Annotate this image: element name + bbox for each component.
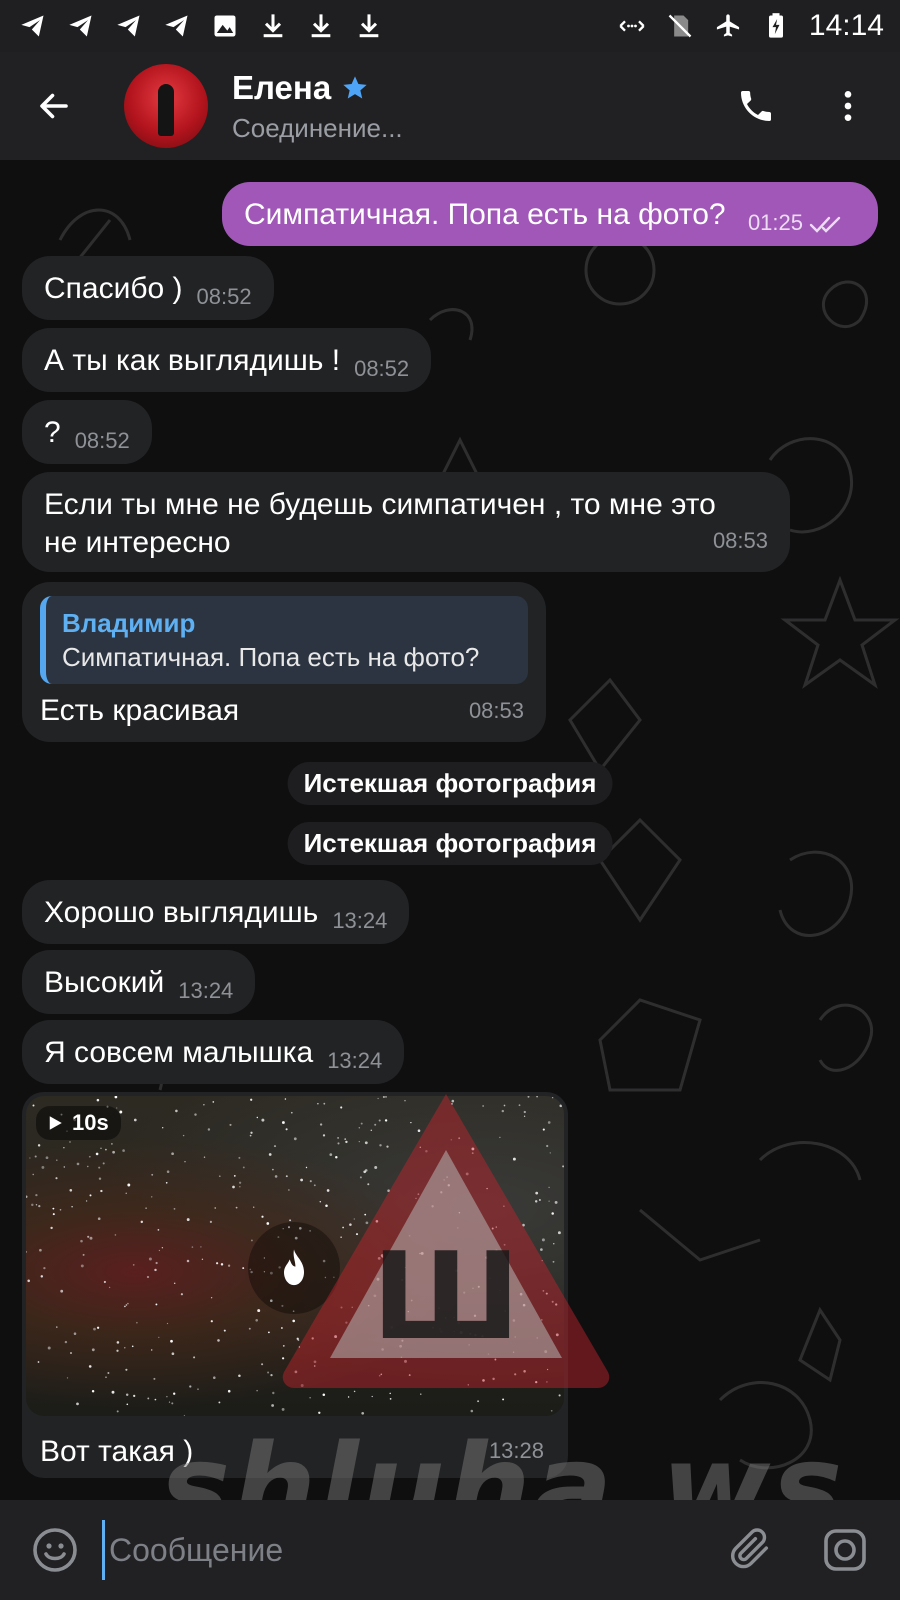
double-check-icon xyxy=(809,216,841,233)
system-icons: 14:14 xyxy=(617,9,884,43)
message-composer xyxy=(0,1500,900,1600)
call-button[interactable] xyxy=(732,82,780,130)
message-bubble-incoming[interactable]: Хорошо выглядишь 13:24 xyxy=(22,880,410,944)
message-bubble-incoming[interactable]: Высокий 13:24 xyxy=(22,950,256,1014)
message-text-line: не интересно xyxy=(44,526,231,559)
download-icon xyxy=(306,11,336,41)
message-text: Высокий xyxy=(44,966,165,999)
telegram-icon xyxy=(114,11,144,41)
phone-icon xyxy=(741,91,771,121)
data-transfer-icon xyxy=(617,11,647,41)
battery-charging-icon xyxy=(761,11,791,41)
notification-icons xyxy=(18,11,384,41)
message-time: 08:53 xyxy=(712,528,768,553)
message-time: 08:52 xyxy=(354,356,410,381)
more-vertical-icon xyxy=(844,91,852,121)
camera-icon xyxy=(824,1529,866,1571)
message-time: 13:24 xyxy=(178,978,234,1003)
message-bubble-outgoing[interactable]: Симпатичная. Попа есть на фото? 01:25 xyxy=(222,182,878,246)
download-icon xyxy=(258,11,288,41)
reply-text: Симпатичная. Попа есть на фото? xyxy=(62,642,480,672)
video-duration-badge: 10s xyxy=(36,1106,121,1140)
status-bar: 14:14 xyxy=(0,0,900,52)
service-message-expired-photo: Истекшая фотография xyxy=(287,762,613,805)
chat-info[interactable]: Елена Соединение... xyxy=(232,69,403,144)
message-bubble-incoming[interactable]: А ты как выглядишь ! 08:52 xyxy=(22,328,432,392)
message-text: А ты как выглядишь ! xyxy=(44,344,341,377)
verified-star-icon xyxy=(343,75,367,98)
connection-status: Соединение... xyxy=(232,112,403,143)
back-button[interactable] xyxy=(22,74,86,138)
message-text: Симпатичная. Попа есть на фото? xyxy=(244,198,726,231)
message-time: 01:25 xyxy=(748,210,843,235)
message-time: 13:24 xyxy=(327,1048,383,1073)
message-text-line: Если ты мне не будешь симпатичен , то мн… xyxy=(44,488,716,521)
image-icon xyxy=(210,11,240,41)
telegram-icon xyxy=(18,11,48,41)
download-icon xyxy=(354,11,384,41)
paperclip-icon xyxy=(730,1528,769,1569)
play-icon xyxy=(49,1116,62,1130)
emoji-button[interactable] xyxy=(28,1523,82,1577)
message-bubble-incoming[interactable]: Спасибо ) 08:52 xyxy=(22,256,274,320)
reply-quote[interactable]: Владимир Симпатичная. Попа есть на фото? xyxy=(40,596,528,684)
reply-author: Владимир xyxy=(62,608,196,638)
message-bubble-incoming[interactable]: ? 08:52 xyxy=(22,400,152,464)
message-bubble-incoming[interactable]: Я совсем малышка 13:24 xyxy=(22,1020,405,1084)
video-message-button[interactable] xyxy=(818,1523,872,1577)
chat-header: Елена Соединение... xyxy=(0,52,900,160)
message-text: Есть красивая xyxy=(40,694,240,727)
message-time: 08:52 xyxy=(196,284,252,309)
message-bubble-incoming[interactable]: Если ты мне не будешь симпатичен , то мн… xyxy=(22,472,790,572)
message-input[interactable] xyxy=(102,1520,662,1580)
arrow-left-icon xyxy=(40,93,68,119)
telegram-icon xyxy=(162,11,192,41)
no-sim-icon xyxy=(665,11,695,41)
attach-button[interactable] xyxy=(724,1523,778,1577)
message-text: ? xyxy=(44,416,61,449)
watermark-logo: Ш xyxy=(282,1094,610,1388)
airplane-icon xyxy=(713,11,743,41)
svg-text:Ш: Ш xyxy=(372,1228,520,1367)
message-time: 08:53 xyxy=(468,698,524,723)
message-time: 13:24 xyxy=(332,908,388,933)
message-text: Хорошо выглядишь xyxy=(44,896,319,929)
chat-title: Елена xyxy=(232,68,332,106)
smile-icon xyxy=(33,1528,77,1572)
more-menu-button[interactable] xyxy=(824,82,872,130)
service-message-expired-photo: Истекшая фотография xyxy=(287,822,613,865)
message-text: Спасибо ) xyxy=(44,272,183,305)
message-text: Я совсем малышка xyxy=(44,1036,314,1069)
telegram-icon xyxy=(66,11,96,41)
avatar[interactable] xyxy=(124,64,208,148)
message-bubble-reply[interactable]: Владимир Симпатичная. Попа есть на фото?… xyxy=(22,582,546,742)
clock: 14:14 xyxy=(808,9,884,42)
message-time: 08:52 xyxy=(74,428,130,453)
